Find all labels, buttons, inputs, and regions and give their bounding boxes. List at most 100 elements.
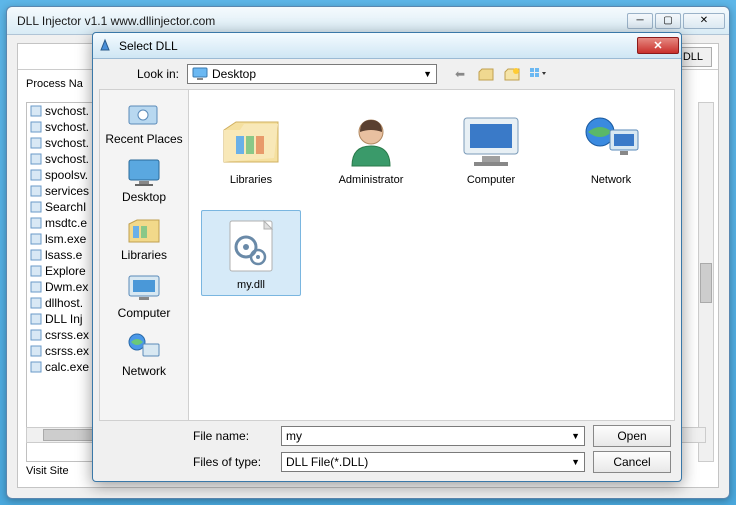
window-controls: ─ ▢ ✕ [627, 13, 725, 29]
file-item-computer[interactable]: Computer [441, 106, 541, 190]
main-titlebar: DLL Injector v1.1 www.dllinjector.com ─ … [7, 7, 729, 35]
process-icon [29, 264, 43, 278]
process-name: csrss.ex [45, 344, 89, 358]
computer-icon [456, 110, 526, 170]
process-item[interactable]: spoolsv. [27, 167, 97, 183]
process-item[interactable]: SearchI [27, 199, 97, 215]
file-item-libraries[interactable]: Libraries [201, 106, 301, 190]
process-name: svchost. [45, 104, 89, 118]
process-item[interactable]: svchost. [27, 151, 97, 167]
dialog-close-button[interactable]: ✕ [637, 37, 679, 54]
chevron-down-icon: ▼ [571, 457, 580, 467]
process-name: SearchI [45, 200, 86, 214]
process-name: services [45, 184, 89, 198]
close-button[interactable]: ✕ [683, 13, 725, 29]
process-item[interactable]: Explore [27, 263, 97, 279]
process-icon [29, 184, 43, 198]
vertical-scrollbar[interactable] [698, 102, 714, 462]
file-type-combo[interactable]: DLL File(*.DLL) ▼ [281, 452, 585, 472]
network-icon [125, 330, 163, 362]
footer-link[interactable]: Visit Site [26, 465, 69, 477]
place-label: Computer [105, 306, 183, 320]
look-in-label: Look in: [107, 67, 179, 81]
place-label: Libraries [105, 248, 183, 262]
process-icon [29, 328, 43, 342]
file-item-administrator[interactable]: Administrator [321, 106, 421, 190]
place-desktop[interactable]: Desktop [103, 152, 185, 208]
process-item[interactable]: svchost. [27, 135, 97, 151]
process-name: svchost. [45, 136, 89, 150]
place-label: Recent Places [105, 132, 183, 146]
user-icon [336, 110, 406, 170]
place-network[interactable]: Network [103, 326, 185, 382]
process-name: spoolsv. [45, 168, 88, 182]
folder-icon [216, 110, 286, 170]
process-item[interactable]: services [27, 183, 97, 199]
process-name: Explore [45, 264, 86, 278]
file-label: Libraries [205, 174, 297, 186]
file-area[interactable]: Libraries Administrator Computer Network my.… [189, 89, 675, 421]
process-list[interactable]: svchost. svchost. svchost. svchost. spoolsv.… [27, 103, 97, 375]
process-name: svchost. [45, 152, 89, 166]
look-in-row: Look in: Desktop ▼ ⬅ [93, 59, 681, 89]
file-label: my.dll [206, 279, 296, 291]
process-icon [29, 280, 43, 294]
dialog-title: Select DLL [119, 39, 637, 53]
process-icon [29, 248, 43, 262]
process-name: Dwm.ex [45, 280, 88, 294]
process-item[interactable]: dllhost. [27, 295, 97, 311]
places-bar: Recent Places Desktop Libraries Computer Net… [99, 89, 189, 421]
libraries-icon [125, 214, 163, 246]
back-icon[interactable]: ⬅ [451, 65, 469, 83]
dialog-title-icon [99, 38, 115, 54]
new-folder-icon[interactable] [503, 65, 521, 83]
chevron-down-icon: ▼ [423, 69, 432, 79]
recent-places-icon [125, 98, 163, 130]
file-label: Administrator [325, 174, 417, 186]
process-header-label: Process Na [26, 78, 83, 90]
process-item[interactable]: lsm.exe [27, 231, 97, 247]
process-item[interactable]: lsass.e [27, 247, 97, 263]
file-item-my-dll[interactable]: my.dll [201, 210, 301, 296]
place-recent-places[interactable]: Recent Places [103, 94, 185, 150]
process-name: dllhost. [45, 296, 83, 310]
process-icon [29, 360, 43, 374]
open-button[interactable]: Open [593, 425, 671, 447]
process-item[interactable]: calc.exe [27, 359, 97, 375]
process-item[interactable]: svchost. [27, 119, 97, 135]
process-icon [29, 344, 43, 358]
up-level-icon[interactable] [477, 65, 495, 83]
computer-icon [125, 272, 163, 304]
look-in-value: Desktop [212, 67, 256, 81]
file-name-input[interactable]: my ▼ [281, 426, 585, 446]
place-label: Desktop [105, 190, 183, 204]
process-item[interactable]: msdtc.e [27, 215, 97, 231]
look-in-combo[interactable]: Desktop ▼ [187, 64, 437, 84]
process-name: lsm.exe [45, 232, 86, 246]
place-libraries[interactable]: Libraries [103, 210, 185, 266]
process-item[interactable]: csrss.ex [27, 343, 97, 359]
dialog-main: Recent Places Desktop Libraries Computer Net… [99, 89, 675, 421]
scrollbar-thumb-h[interactable] [43, 429, 93, 441]
file-name-value: my [286, 429, 302, 443]
minimize-button[interactable]: ─ [627, 13, 653, 29]
view-menu-icon[interactable] [529, 65, 547, 83]
file-name-label: File name: [193, 429, 273, 443]
place-label: Network [105, 364, 183, 378]
place-computer[interactable]: Computer [103, 268, 185, 324]
process-item[interactable]: Dwm.ex [27, 279, 97, 295]
process-name: csrss.ex [45, 328, 89, 342]
process-name: svchost. [45, 120, 89, 134]
cancel-button[interactable]: Cancel [593, 451, 671, 473]
file-label: Computer [445, 174, 537, 186]
process-item[interactable]: svchost. [27, 103, 97, 119]
process-icon [29, 168, 43, 182]
maximize-button[interactable]: ▢ [655, 13, 681, 29]
dialog-bottom: File name: my ▼ Open Files of type: DLL … [193, 425, 671, 475]
process-item[interactable]: DLL Inj [27, 311, 97, 327]
scrollbar-thumb[interactable] [700, 263, 712, 303]
process-item[interactable]: csrss.ex [27, 327, 97, 343]
file-type-label: Files of type: [193, 455, 273, 469]
file-item-network[interactable]: Network [561, 106, 661, 190]
file-dialog: Select DLL ✕ Look in: Desktop ▼ ⬅ Recent… [92, 32, 682, 482]
